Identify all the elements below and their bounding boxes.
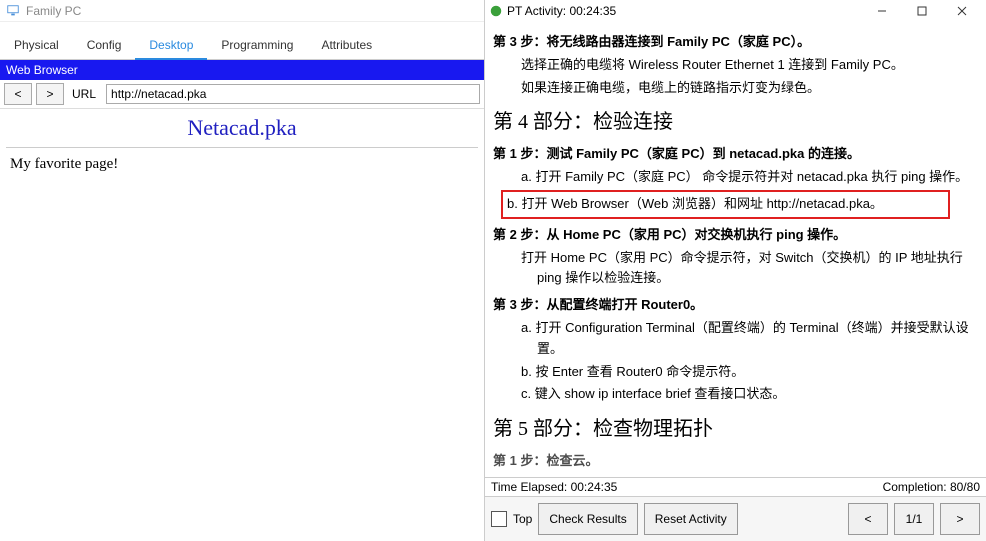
completion-status: Completion: 80/80: [883, 480, 980, 494]
footer-bar: Top Check Results Reset Activity < 1/1 >: [485, 496, 986, 541]
p5-step1-title: 第 1 步：检查云。: [493, 451, 974, 472]
status-row: Time Elapsed: 00:24:35 Completion: 80/80: [485, 477, 986, 496]
browser-toolbar: < > URL: [0, 80, 484, 109]
p4-step2-text: 打开 Home PC（家用 PC）命令提示符，对 Switch（交换机）的 IP…: [521, 248, 974, 290]
check-results-button[interactable]: Check Results: [538, 503, 637, 535]
prev-page-button[interactable]: <: [848, 503, 888, 535]
web-browser-panel-label: Web Browser: [0, 60, 484, 80]
tab-physical[interactable]: Physical: [0, 34, 73, 59]
right-window-title: PT Activity: 00:24:35: [507, 4, 616, 18]
next-page-button[interactable]: >: [940, 503, 980, 535]
p4-step1-title: 第 1 步：测试 Family PC（家庭 PC）到 netacad.pka 的…: [493, 144, 974, 165]
p4-step3-a: a. 打开 Configuration Terminal（配置终端）的 Term…: [521, 318, 974, 360]
back-button[interactable]: <: [4, 83, 32, 105]
pt-icon: [489, 4, 503, 18]
page-nav: < 1/1 >: [848, 503, 980, 535]
url-input[interactable]: [106, 84, 480, 104]
tab-desktop[interactable]: Desktop: [135, 34, 207, 60]
p4-step1-a: a. 打开 Family PC（家庭 PC） 命令提示符并对 netacad.p…: [521, 167, 974, 188]
pc-icon: [6, 4, 20, 18]
close-button[interactable]: [942, 0, 982, 22]
tab-bar: Physical Config Desktop Programming Attr…: [0, 22, 484, 60]
tab-config[interactable]: Config: [73, 34, 136, 59]
tab-attributes[interactable]: Attributes: [307, 34, 386, 59]
maximize-button[interactable]: [902, 0, 942, 22]
instructions-scroll[interactable]: 第 3 步：将无线路由器连接到 Family PC（家庭 PC）。 选择正确的电…: [485, 22, 986, 477]
p4-step3-c: c. 键入 show ip interface brief 查看接口状态。: [521, 384, 974, 405]
reset-activity-button[interactable]: Reset Activity: [644, 503, 738, 535]
page-divider: [6, 147, 478, 148]
p4-step1-b: b. 打开 Web Browser（Web 浏览器）和网址 http://net…: [507, 196, 883, 211]
url-label: URL: [68, 87, 102, 101]
part5-title: 第 5 部分：检查物理拓扑: [493, 413, 974, 445]
step3-title: 第 3 步：将无线路由器连接到 Family PC（家庭 PC）。: [493, 32, 974, 53]
family-pc-window: Family PC Physical Config Desktop Progra…: [0, 0, 485, 541]
tab-programming[interactable]: Programming: [207, 34, 307, 59]
time-elapsed: Time Elapsed: 00:24:35: [491, 480, 617, 494]
browser-page: Netacad.pka My favorite page!: [0, 109, 484, 541]
pt-activity-window: PT Activity: 00:24:35 第 3 步：将无线路由器连接到 Fa…: [485, 0, 986, 541]
highlighted-instruction: b. 打开 Web Browser（Web 浏览器）和网址 http://net…: [501, 190, 950, 219]
part4-title: 第 4 部分：检验连接: [493, 106, 974, 138]
p4-step3-title: 第 3 步：从配置终端打开 Router0。: [493, 295, 974, 316]
step3-sub-a: 选择正确的电缆将 Wireless Router Ethernet 1 连接到 …: [521, 55, 974, 76]
left-titlebar: Family PC: [0, 0, 484, 22]
p4-step3-b: b. 按 Enter 查看 Router0 命令提示符。: [521, 362, 974, 383]
top-label: Top: [513, 512, 532, 526]
p4-step2-title: 第 2 步：从 Home PC（家用 PC）对交换机执行 ping 操作。: [493, 225, 974, 246]
page-heading: Netacad.pka: [0, 109, 484, 145]
minimize-button[interactable]: [862, 0, 902, 22]
forward-button[interactable]: >: [36, 83, 64, 105]
window-buttons: [862, 0, 982, 22]
right-titlebar: PT Activity: 00:24:35: [485, 0, 986, 22]
top-checkbox[interactable]: [491, 511, 507, 527]
left-window-title: Family PC: [26, 4, 81, 18]
page-text: My favorite page!: [0, 154, 484, 175]
step3-sub-b: 如果连接正确电缆，电缆上的链路指示灯变为绿色。: [521, 78, 974, 99]
page-indicator: 1/1: [894, 503, 934, 535]
